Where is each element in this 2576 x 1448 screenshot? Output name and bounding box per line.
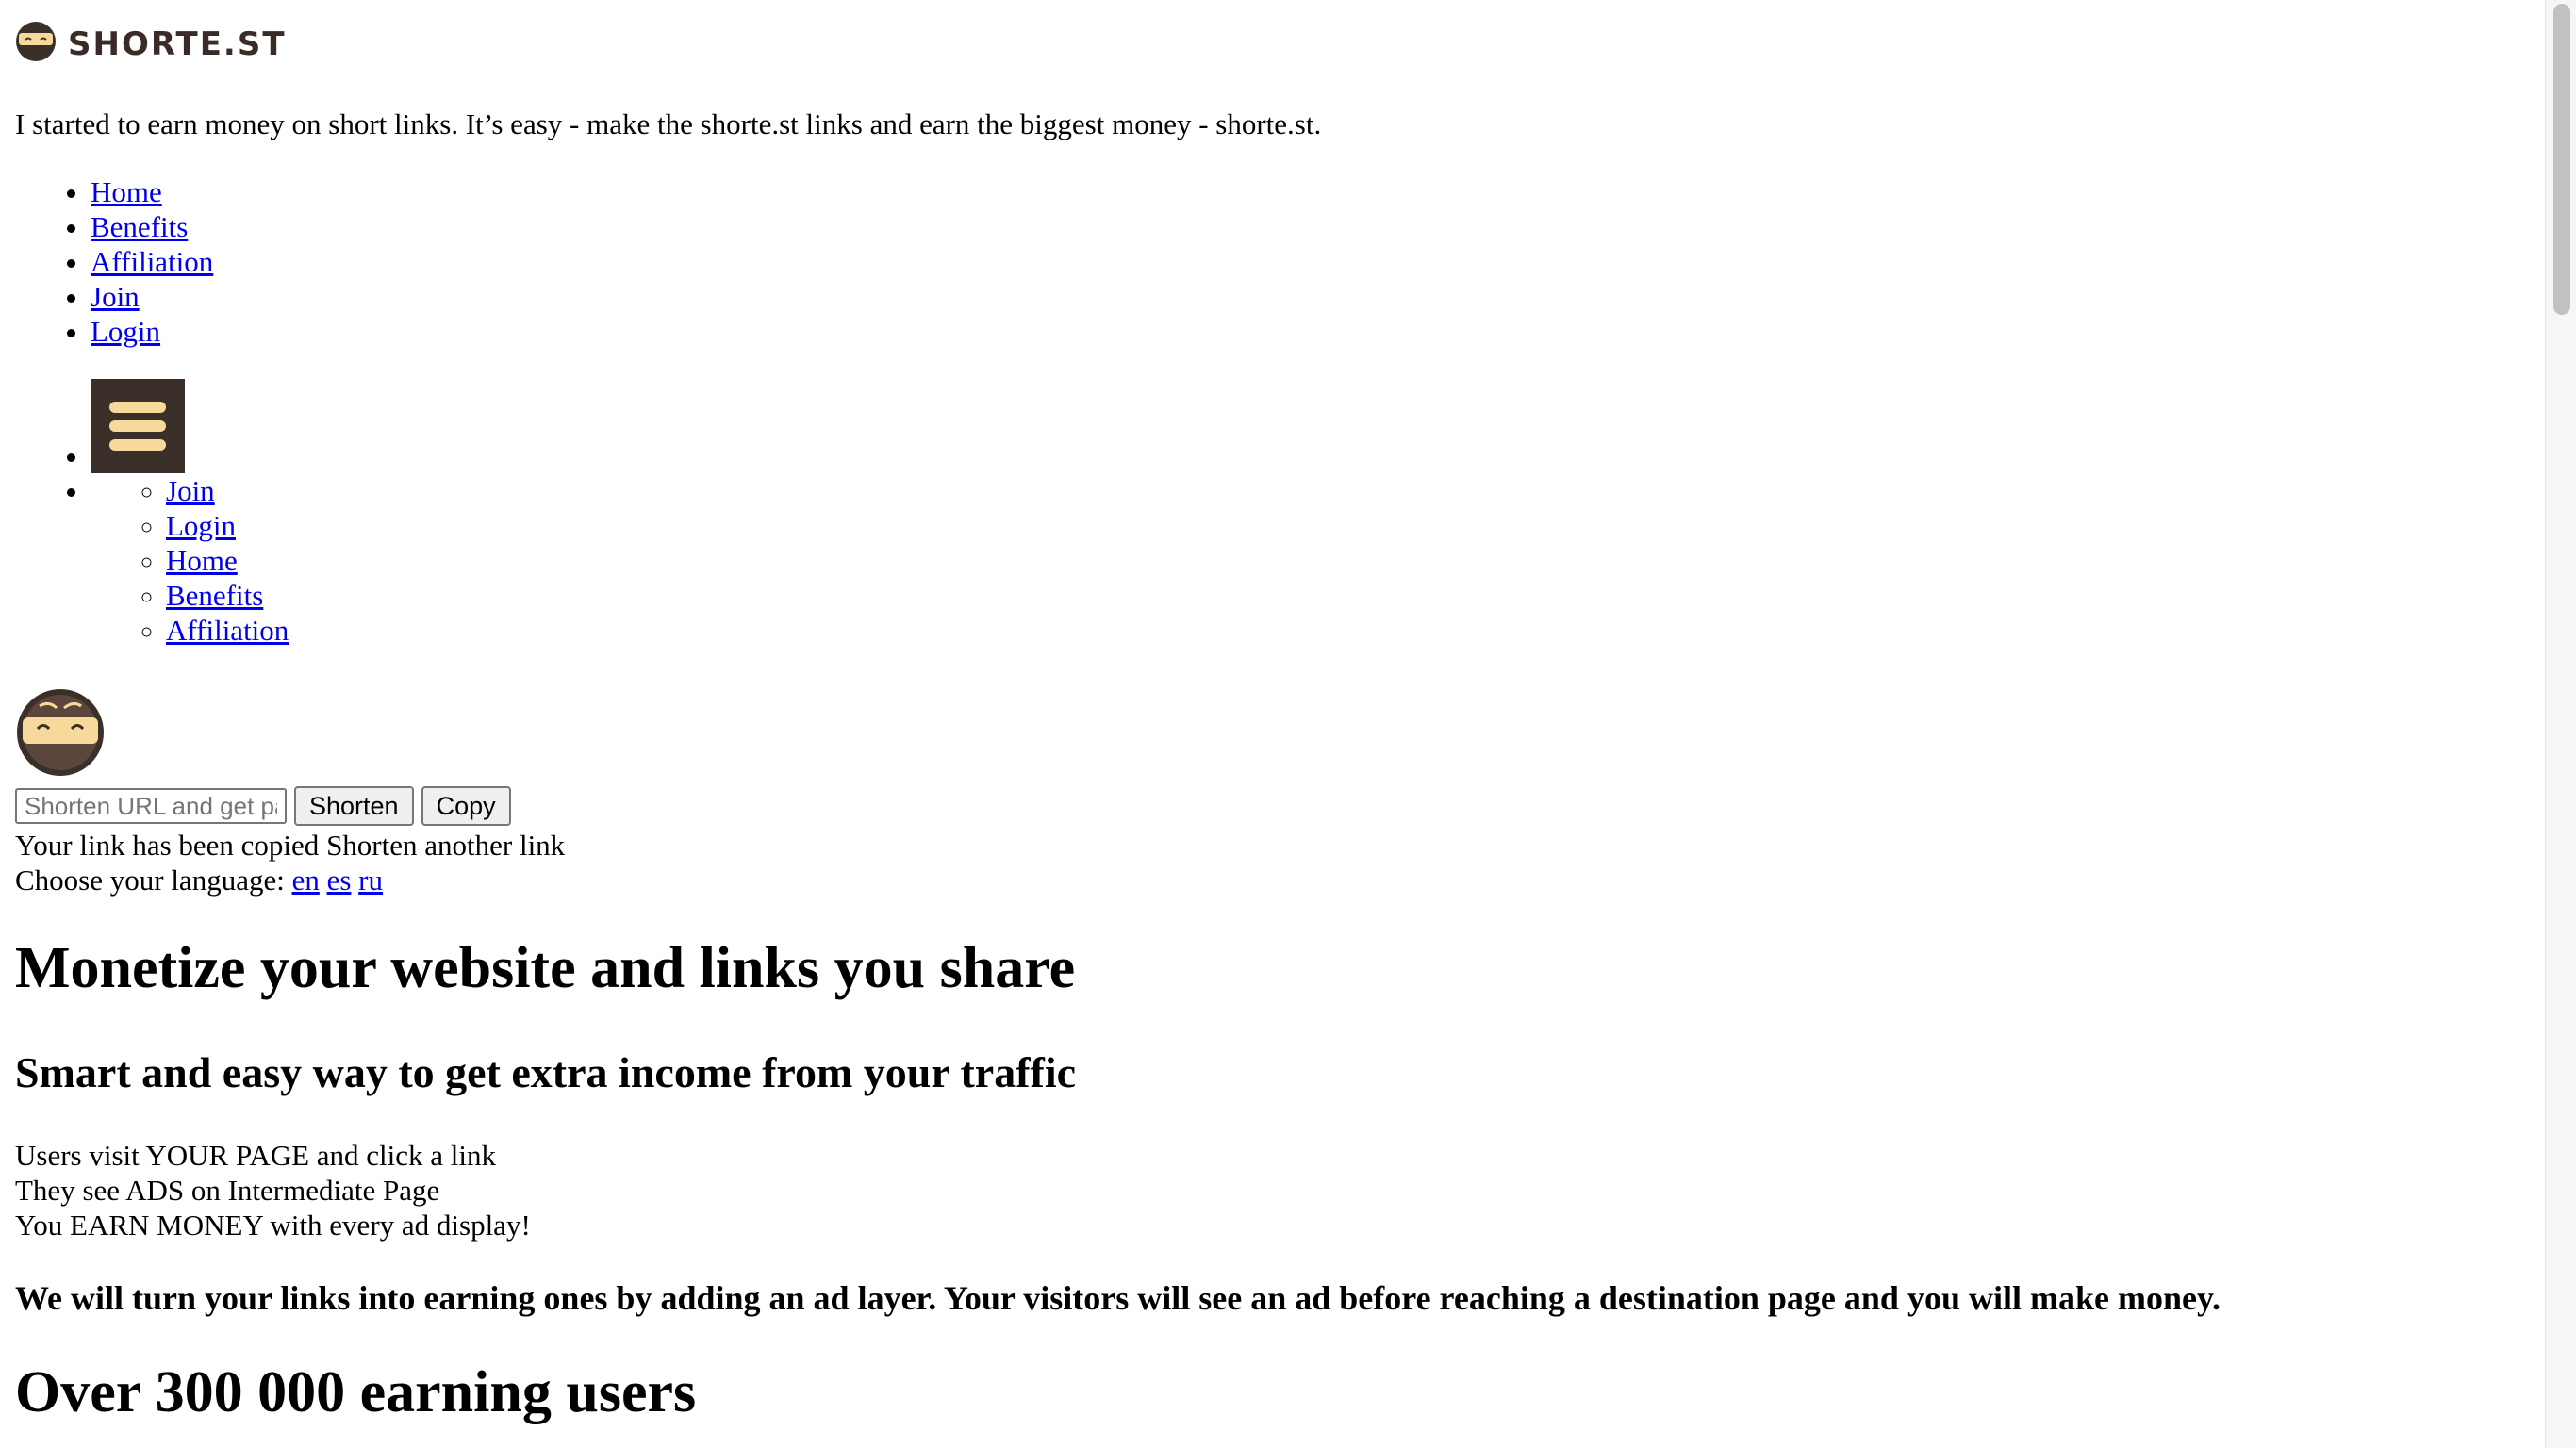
ninja-icon <box>15 21 57 67</box>
mobile-link-login[interactable]: Login <box>166 509 236 542</box>
logo-wordmark: SHORTE.ST <box>68 25 287 63</box>
shorten-button[interactable]: Shorten <box>294 786 414 826</box>
copied-text: Your link has been copied <box>15 829 320 862</box>
nav-item-join: Join <box>91 279 213 314</box>
mobile-menu-item-login: Login <box>166 508 289 543</box>
mobile-link-affiliation[interactable]: Affiliation <box>166 614 289 647</box>
mobile-menu-item-home: Home <box>166 543 289 578</box>
page: SHORTE.ST I started to earn money on sho… <box>0 0 2576 1448</box>
hamburger-menu-icon[interactable] <box>91 379 185 473</box>
hero-title: Monetize your website and links you shar… <box>15 936 1076 1000</box>
nav-item-benefits: Benefits <box>91 209 213 244</box>
mobile-menu-list: Join Login Home Benefits Affiliation <box>91 473 289 648</box>
shortener-form: Shorten Copy <box>15 786 511 826</box>
nav-link-home[interactable]: Home <box>91 175 162 208</box>
hero-subtitle: Smart and easy way to get extra income f… <box>15 1048 1077 1096</box>
mobile-menu-group: Join Login Home Benefits Affiliation <box>91 473 289 648</box>
nav-link-affiliation[interactable]: Affiliation <box>91 245 213 278</box>
shorten-another-link[interactable]: Shorten another link <box>326 829 565 862</box>
menu-toggle-item <box>91 377 289 473</box>
tagline: I started to earn money on short links. … <box>15 107 1322 140</box>
shorten-url-input[interactable] <box>15 788 287 824</box>
copied-status: Your link has been copied Shorten anothe… <box>15 828 565 863</box>
step-item: They see ADS on Intermediate Page <box>15 1174 440 1207</box>
hamburger-bar <box>109 402 166 413</box>
primary-nav: Home Benefits Affiliation Join Login <box>15 174 213 349</box>
mobile-menu-item-benefits: Benefits <box>166 578 289 613</box>
nav-item-home: Home <box>91 174 213 209</box>
mobile-menu-item-join: Join <box>166 473 289 508</box>
scrollbar-thumb[interactable] <box>2553 4 2570 315</box>
nav-link-benefits[interactable]: Benefits <box>91 210 188 243</box>
step-item: You EARN MONEY with every ad display! <box>15 1209 531 1242</box>
copy-button[interactable]: Copy <box>421 786 511 826</box>
nav-link-join[interactable]: Join <box>91 280 140 313</box>
nav-link-login[interactable]: Login <box>91 315 160 348</box>
users-heading: Over 300 000 earning users <box>15 1360 697 1424</box>
mobile-menu: Join Login Home Benefits Affiliation <box>15 377 289 648</box>
mobile-link-home[interactable]: Home <box>166 544 238 577</box>
site-logo[interactable]: SHORTE.ST <box>15 21 287 67</box>
mobile-menu-item-affiliation: Affiliation <box>166 613 289 648</box>
hamburger-bar <box>109 420 166 432</box>
step-item: Users visit YOUR PAGE and click a link <box>15 1139 497 1172</box>
language-selector: Choose your language: en es ru <box>15 863 383 897</box>
language-prompt: Choose your language: <box>15 864 285 897</box>
explanation-text: We will turn your links into earning one… <box>15 1279 2221 1317</box>
nav-item-affiliation: Affiliation <box>91 244 213 279</box>
nav-item-login: Login <box>91 314 213 349</box>
mobile-link-join[interactable]: Join <box>166 474 215 507</box>
mobile-link-benefits[interactable]: Benefits <box>166 579 263 612</box>
language-option-ru[interactable]: ru <box>358 864 383 897</box>
hamburger-bar <box>109 439 166 451</box>
ninja-mascot-icon <box>15 685 106 784</box>
language-option-es[interactable]: es <box>327 864 352 897</box>
how-it-works-steps: Users visit YOUR PAGE and click a link T… <box>15 1138 531 1242</box>
language-option-en[interactable]: en <box>292 864 320 897</box>
vertical-scrollbar[interactable] <box>2545 0 2576 1448</box>
